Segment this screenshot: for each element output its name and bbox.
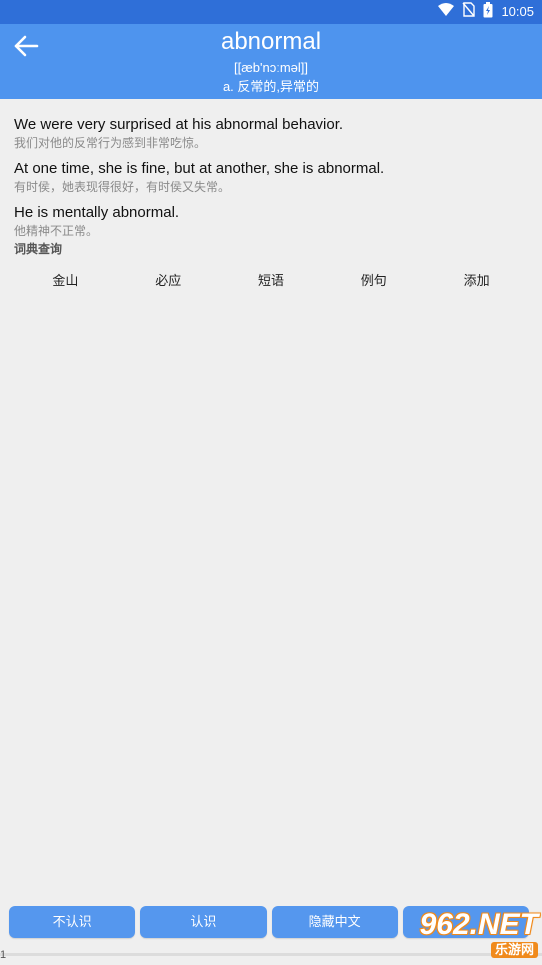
example-english: At one time, she is fine, but at another… bbox=[14, 160, 385, 177]
example-english: We were very surprised at his abnormal b… bbox=[14, 116, 344, 133]
definition: a. 反常的,异常的 bbox=[222, 79, 320, 94]
dict-tab-bing[interactable]: 必应 bbox=[117, 269, 220, 293]
example-sentence: At one time, she is fine, but at another… bbox=[14, 159, 534, 195]
status-bar: 10:05 bbox=[0, 0, 542, 24]
dict-tab-jinshan[interactable]: 金山 bbox=[14, 269, 117, 293]
dict-tab-examples[interactable]: 例句 bbox=[322, 269, 425, 293]
progress-start-label: 1 bbox=[0, 949, 7, 961]
dictionary-heading: 词典查询 bbox=[14, 242, 63, 256]
hide-chinese-button[interactable]: 隐藏中文 bbox=[271, 906, 398, 938]
dict-tab-add[interactable]: 添加 bbox=[425, 269, 528, 293]
battery-icon bbox=[483, 1, 493, 23]
dictionary-tabs: 金山 必应 短语 例句 添加 bbox=[14, 269, 528, 293]
example-chinese: 我们对他的反常行为感到非常吃惊。 bbox=[14, 136, 207, 150]
known-button[interactable]: 认识 bbox=[140, 906, 267, 938]
example-chinese: 他精神不正常。 bbox=[14, 224, 99, 238]
example-english: He is mentally abnormal. bbox=[14, 204, 180, 221]
status-icons: 10:05 bbox=[438, 1, 534, 23]
word-header: abnormal [[æb'nɔːməl]] a. 反常的,异常的 bbox=[0, 24, 542, 99]
status-time: 10:05 bbox=[501, 4, 534, 19]
word-title: abnormal bbox=[220, 28, 322, 55]
phonetic: [[æb'nɔːməl]] bbox=[233, 60, 308, 75]
example-chinese: 有时侯，她表现得很好，有时侯又失常。 bbox=[14, 180, 231, 194]
watermark-sub-text: 乐游网 bbox=[490, 942, 538, 958]
no-sim-icon bbox=[462, 2, 476, 22]
example-sentence: We were very surprised at his abnormal b… bbox=[14, 115, 534, 151]
wifi-icon bbox=[438, 2, 455, 22]
dict-tab-phrases[interactable]: 短语 bbox=[220, 269, 323, 293]
example-sentence: He is mentally abnormal. 他精神不正常。 bbox=[14, 203, 534, 239]
watermark-main-text: 962.NET bbox=[419, 908, 538, 941]
watermark-logo: 962.NET 乐游网 bbox=[408, 908, 538, 962]
unknown-button[interactable]: 不认识 bbox=[9, 906, 136, 938]
